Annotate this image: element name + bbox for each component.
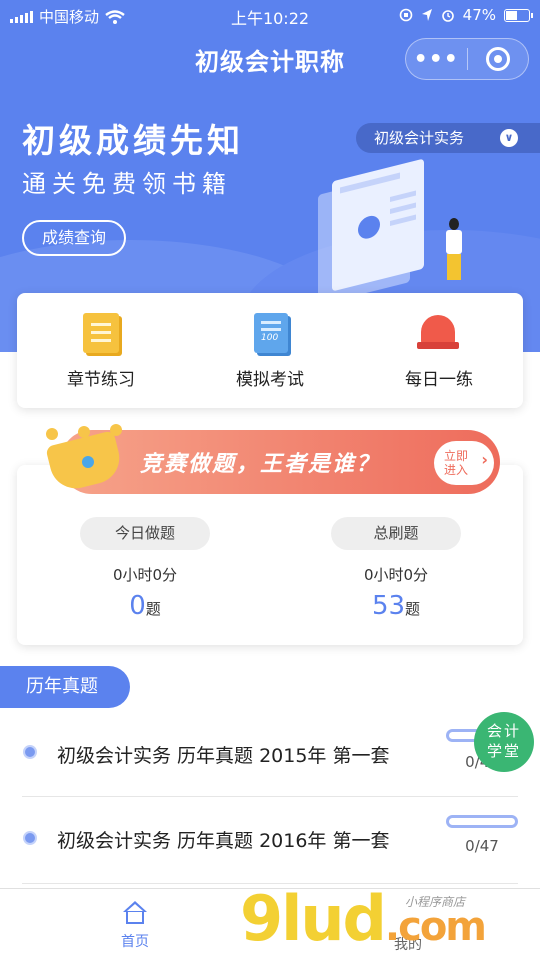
- list-item[interactable]: 初级会计实务 历年真题 2016年 第一套 0/47: [0, 797, 540, 887]
- watermark-domain: .com: [384, 904, 487, 950]
- badge-line: 会计: [486, 722, 521, 740]
- quick-actions-card: 章节练习 100 模拟考试 每日一练: [17, 293, 523, 408]
- chevron-right-icon: ›: [481, 450, 488, 469]
- close-button[interactable]: [467, 47, 528, 71]
- subject-select[interactable]: 初级会计实务 ∨: [356, 123, 540, 153]
- orientation-lock-icon: [399, 8, 412, 22]
- stat-label: 总刷题: [331, 517, 461, 550]
- exam-paper-icon: 100: [254, 313, 288, 353]
- play-icon: [358, 213, 380, 241]
- list-item[interactable]: 初级会计实务 历年真题 2015年 第一套 0/47: [0, 707, 540, 797]
- stat-today: 今日做题 0小时0分 0题: [80, 517, 210, 621]
- quick-action-daily-practice[interactable]: 每日一练: [355, 293, 523, 408]
- alarm-icon: [441, 10, 454, 22]
- watermark-tagline: 小程序商店: [405, 895, 466, 909]
- chevron-down-icon: ∨: [500, 129, 518, 147]
- stat-count: 0: [129, 591, 146, 621]
- paper-title: 初级会计实务 历年真题 2016年 第一套: [57, 830, 390, 852]
- crown-icon: [44, 424, 126, 494]
- paper-score: 0/47: [465, 837, 499, 855]
- video-screen-illustration: [332, 158, 424, 292]
- stat-label: 今日做题: [80, 517, 210, 550]
- status-bar: 中国移动 上午10:22 47%: [0, 0, 540, 30]
- stat-unit: 题: [145, 600, 161, 618]
- subject-select-label: 初级会计实务: [374, 129, 465, 147]
- quick-action-label: 模拟考试: [236, 370, 304, 390]
- more-button[interactable]: •••: [406, 47, 467, 72]
- exam-paper-icon-text: 100: [261, 333, 279, 343]
- quick-action-chapter-practice[interactable]: 章节练习: [17, 293, 185, 408]
- join-now-button[interactable]: 立即 进入 ›: [434, 441, 494, 485]
- quick-action-label: 章节练习: [67, 370, 135, 390]
- tab-home[interactable]: 首页: [100, 901, 170, 951]
- paper-title: 初级会计实务 历年真题 2015年 第一套: [57, 745, 390, 767]
- mini-program-capsule: •••: [405, 38, 529, 80]
- quick-action-label: 每日一练: [405, 370, 473, 390]
- hero-subtitle: 通关免费领书籍: [22, 170, 232, 198]
- competition-banner-text: 竞赛做题，王者是谁？: [140, 452, 381, 477]
- location-icon: [421, 9, 432, 21]
- section-title-history: 历年真题: [0, 666, 130, 708]
- book-icon: [83, 313, 119, 353]
- score-query-button[interactable]: 成绩查询: [22, 220, 126, 256]
- home-icon: [121, 901, 149, 925]
- hero-title: 初级成绩先知: [22, 121, 244, 160]
- stat-time: 0小时0分: [363, 566, 429, 584]
- bell-icon: [417, 315, 459, 351]
- progress-bar: [446, 815, 518, 828]
- stat-unit: 题: [405, 600, 421, 618]
- watermark-brand: 9lud: [240, 882, 387, 955]
- stat-count: 53: [371, 591, 406, 621]
- bullet-dot: [23, 831, 37, 845]
- tab-home-label: 首页: [121, 934, 149, 950]
- stat-total: 总刷题 0小时0分 53题: [331, 517, 461, 621]
- close-target-icon: [485, 47, 510, 71]
- floating-service-badge[interactable]: 会计 学堂: [474, 712, 534, 772]
- badge-line: 学堂: [486, 742, 521, 760]
- battery-percent: 47%: [462, 6, 496, 24]
- person-illustration: [442, 218, 466, 282]
- quick-action-mock-exam[interactable]: 100 模拟考试: [186, 293, 354, 408]
- stat-time: 0小时0分: [112, 566, 178, 584]
- bullet-dot: [23, 745, 37, 759]
- battery-icon: [504, 8, 533, 22]
